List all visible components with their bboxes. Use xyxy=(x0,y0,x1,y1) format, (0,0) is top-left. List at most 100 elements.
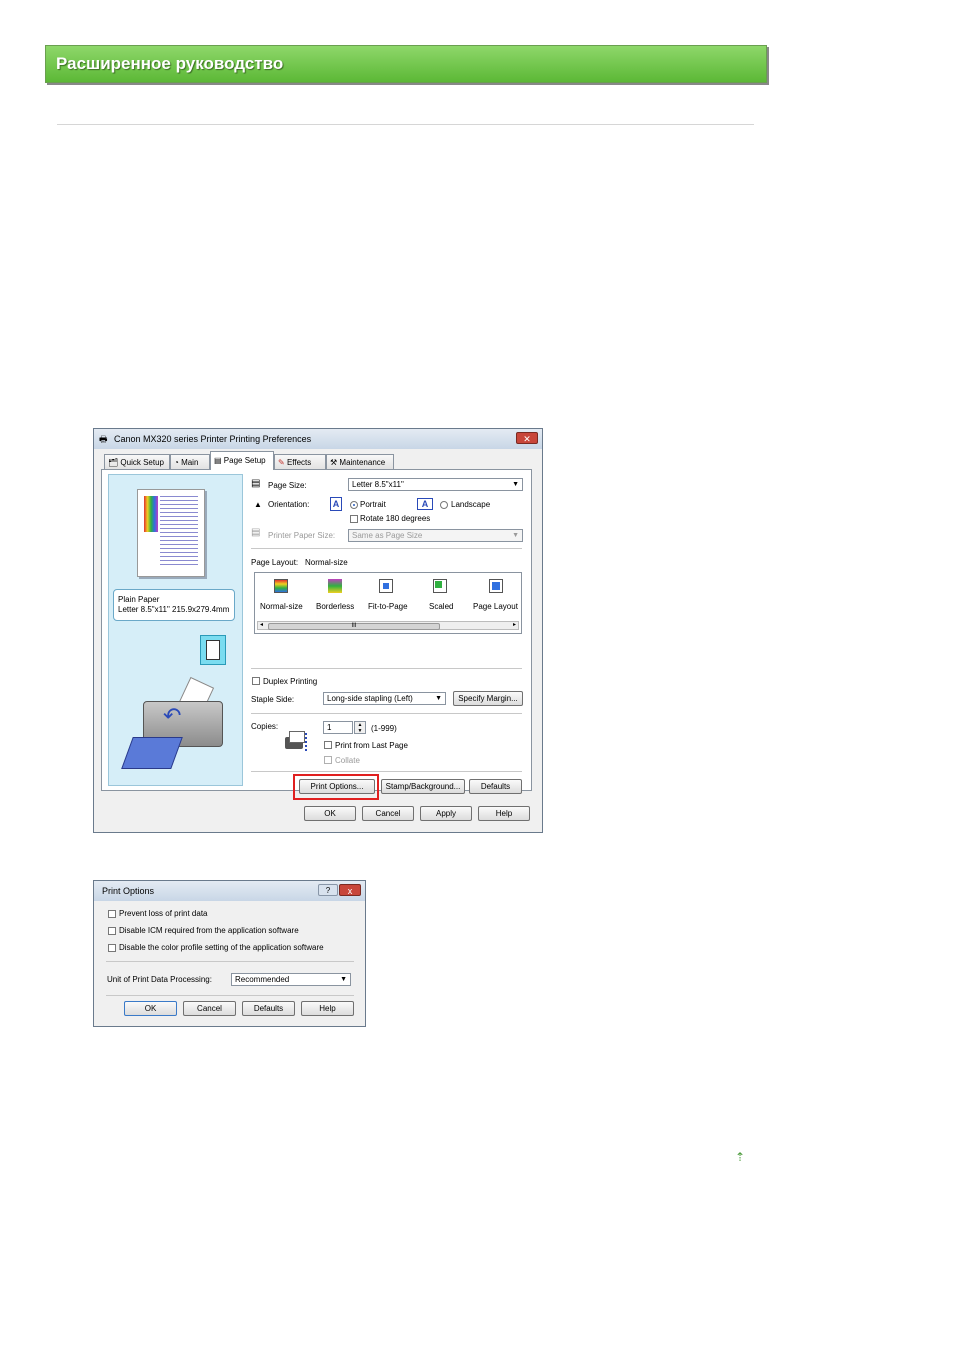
copies-label: Copies: xyxy=(251,722,279,731)
media-type-text: Plain Paper xyxy=(118,595,160,604)
collate-label: Collate xyxy=(335,756,360,765)
paper-orientation-icon xyxy=(200,635,226,665)
page-size-label: Page Size: xyxy=(268,481,307,490)
maintenance-icon: ⚒ xyxy=(330,458,340,467)
print-from-last-page-checkbox[interactable] xyxy=(324,741,332,749)
disable-color-profile-checkbox[interactable] xyxy=(108,944,116,952)
staple-side-select[interactable]: Long-side stapling (Left) ▼ xyxy=(323,692,446,705)
back-to-top-icon[interactable]: ⇡ xyxy=(735,1150,745,1164)
separator xyxy=(106,961,354,962)
duplex-checkbox[interactable] xyxy=(252,677,260,685)
tab-label: Effects xyxy=(286,458,312,467)
dialog-title: Canon MX320 series Printer Printing Pref… xyxy=(114,434,312,444)
page-size-select[interactable]: Letter 8.5"x11" ▼ xyxy=(348,478,523,491)
page-layout-value: Normal-size xyxy=(305,558,348,567)
landscape-icon: A xyxy=(417,498,433,510)
unit-processing-value: Recommended xyxy=(235,975,290,984)
close-button[interactable]: ✕ xyxy=(516,432,538,444)
layout-label: Page Layout xyxy=(473,602,518,611)
tab-label: Maintenance xyxy=(339,458,386,467)
tab-main[interactable]: ◔ Main xyxy=(170,454,210,469)
media-info-box: Plain Paper Letter 8.5"x11" 215.9x279.4m… xyxy=(113,589,235,621)
prevent-loss-checkbox[interactable] xyxy=(108,910,116,918)
rotate-180-checkbox[interactable] xyxy=(350,515,358,523)
copies-stepper[interactable]: ▲ ▼ xyxy=(354,721,366,734)
defaults-button[interactable]: Defaults xyxy=(469,779,522,794)
separator xyxy=(251,668,522,669)
tab-page-setup[interactable]: ▤ Page Setup xyxy=(210,451,274,470)
page-layout-list[interactable]: Normal-size Borderless Fit-to-Page Scale… xyxy=(254,572,522,634)
cancel-button[interactable]: Cancel xyxy=(362,806,414,821)
help-button[interactable]: Help xyxy=(478,806,530,821)
scaled-thumbnail[interactable] xyxy=(433,579,447,593)
quick-setup-icon: 🗂 xyxy=(108,458,121,467)
dialog-titlebar: Print Options ? x xyxy=(94,881,365,901)
curved-arrow-icon: ↶ xyxy=(163,703,182,728)
page-banner: Расширенное руководство xyxy=(45,45,767,83)
media-size-text: Letter 8.5"x11" 215.9x279.4mm xyxy=(118,605,230,614)
scroll-left-icon[interactable]: ◂ xyxy=(260,621,263,628)
unit-processing-select[interactable]: Recommended ▼ xyxy=(231,973,351,986)
disable-color-profile-label: Disable the color profile setting of the… xyxy=(119,943,324,952)
dialog-titlebar: 🖶 Canon MX320 series Printer Printing Pr… xyxy=(94,429,542,449)
copies-input[interactable]: 1 xyxy=(323,721,353,734)
help-icon[interactable]: ? xyxy=(318,884,338,896)
effects-icon: ✎ xyxy=(278,458,287,467)
tab-effects[interactable]: ✎ Effects xyxy=(274,454,326,469)
separator xyxy=(251,713,522,714)
collate-checkbox[interactable] xyxy=(324,756,332,764)
orientation-label: Orientation: xyxy=(268,500,310,509)
layout-label: Borderless xyxy=(316,602,355,611)
borderless-thumbnail[interactable] xyxy=(328,579,342,593)
ok-button[interactable]: OK xyxy=(124,1001,177,1016)
separator xyxy=(251,548,522,549)
close-button[interactable]: x xyxy=(339,884,361,896)
landscape-radio[interactable] xyxy=(440,501,448,509)
page-layout-thumbnail[interactable] xyxy=(489,579,503,593)
page-size-icon: ▤ xyxy=(251,478,261,489)
separator xyxy=(106,995,354,996)
scroll-right-icon[interactable]: ▸ xyxy=(513,621,516,628)
tab-maintenance[interactable]: ⚒ Maintenance xyxy=(326,454,394,469)
separator xyxy=(251,771,522,772)
chevron-down-icon: ▼ xyxy=(512,481,519,488)
help-button[interactable]: Help xyxy=(301,1001,354,1016)
ok-button[interactable]: OK xyxy=(304,806,356,821)
specify-margin-button[interactable]: Specify Margin... xyxy=(453,691,523,706)
main-tab-icon: ◔ xyxy=(174,458,182,467)
disable-icm-label: Disable ICM required from the applicatio… xyxy=(119,926,299,935)
dialog-title: Print Options xyxy=(102,886,155,896)
printer-paper-size-icon: ▤ xyxy=(251,527,261,538)
printer-illustration: ↶ xyxy=(121,676,228,781)
chevron-down-icon: ▼ xyxy=(340,976,347,983)
cancel-button[interactable]: Cancel xyxy=(183,1001,236,1016)
highlight-box xyxy=(293,774,379,800)
defaults-button[interactable]: Defaults xyxy=(242,1001,295,1016)
prevent-loss-label: Prevent loss of print data xyxy=(119,909,208,918)
apply-button[interactable]: Apply xyxy=(420,806,472,821)
copies-icon xyxy=(283,731,309,753)
scroll-thumb[interactable]: III xyxy=(268,623,440,630)
staple-side-value: Long-side stapling (Left) xyxy=(327,694,413,703)
fit-to-page-thumbnail[interactable] xyxy=(379,579,393,593)
duplex-label: Duplex Printing xyxy=(263,677,318,686)
portrait-icon: A xyxy=(330,497,342,511)
normal-size-thumbnail[interactable] xyxy=(274,579,288,593)
printer-paper-size-value: Same as Page Size xyxy=(352,531,423,540)
page-preview xyxy=(137,489,205,577)
printer-paper-size-select[interactable]: Same as Page Size ▼ xyxy=(348,529,523,542)
tab-quick-setup[interactable]: 🗂 Quick Setup xyxy=(104,454,170,469)
printer-icon: 🖶 xyxy=(99,434,108,444)
banner-title: Расширенное руководство xyxy=(56,54,284,73)
page-layout-label: Page Layout: xyxy=(251,558,299,567)
disable-icm-checkbox[interactable] xyxy=(108,927,116,935)
printing-preferences-dialog: 🖶 Canon MX320 series Printer Printing Pr… xyxy=(93,428,543,833)
divider xyxy=(57,124,754,125)
layout-label: Normal-size xyxy=(260,602,303,611)
portrait-radio[interactable] xyxy=(350,501,358,509)
copies-range: (1-999) xyxy=(371,724,397,733)
stamp-background-button[interactable]: Stamp/Background... xyxy=(381,779,465,794)
tab-label: Page Setup xyxy=(223,456,266,465)
unit-processing-label: Unit of Print Data Processing: xyxy=(107,975,212,984)
layout-scrollbar[interactable]: ◂ III ▸ xyxy=(257,621,519,630)
